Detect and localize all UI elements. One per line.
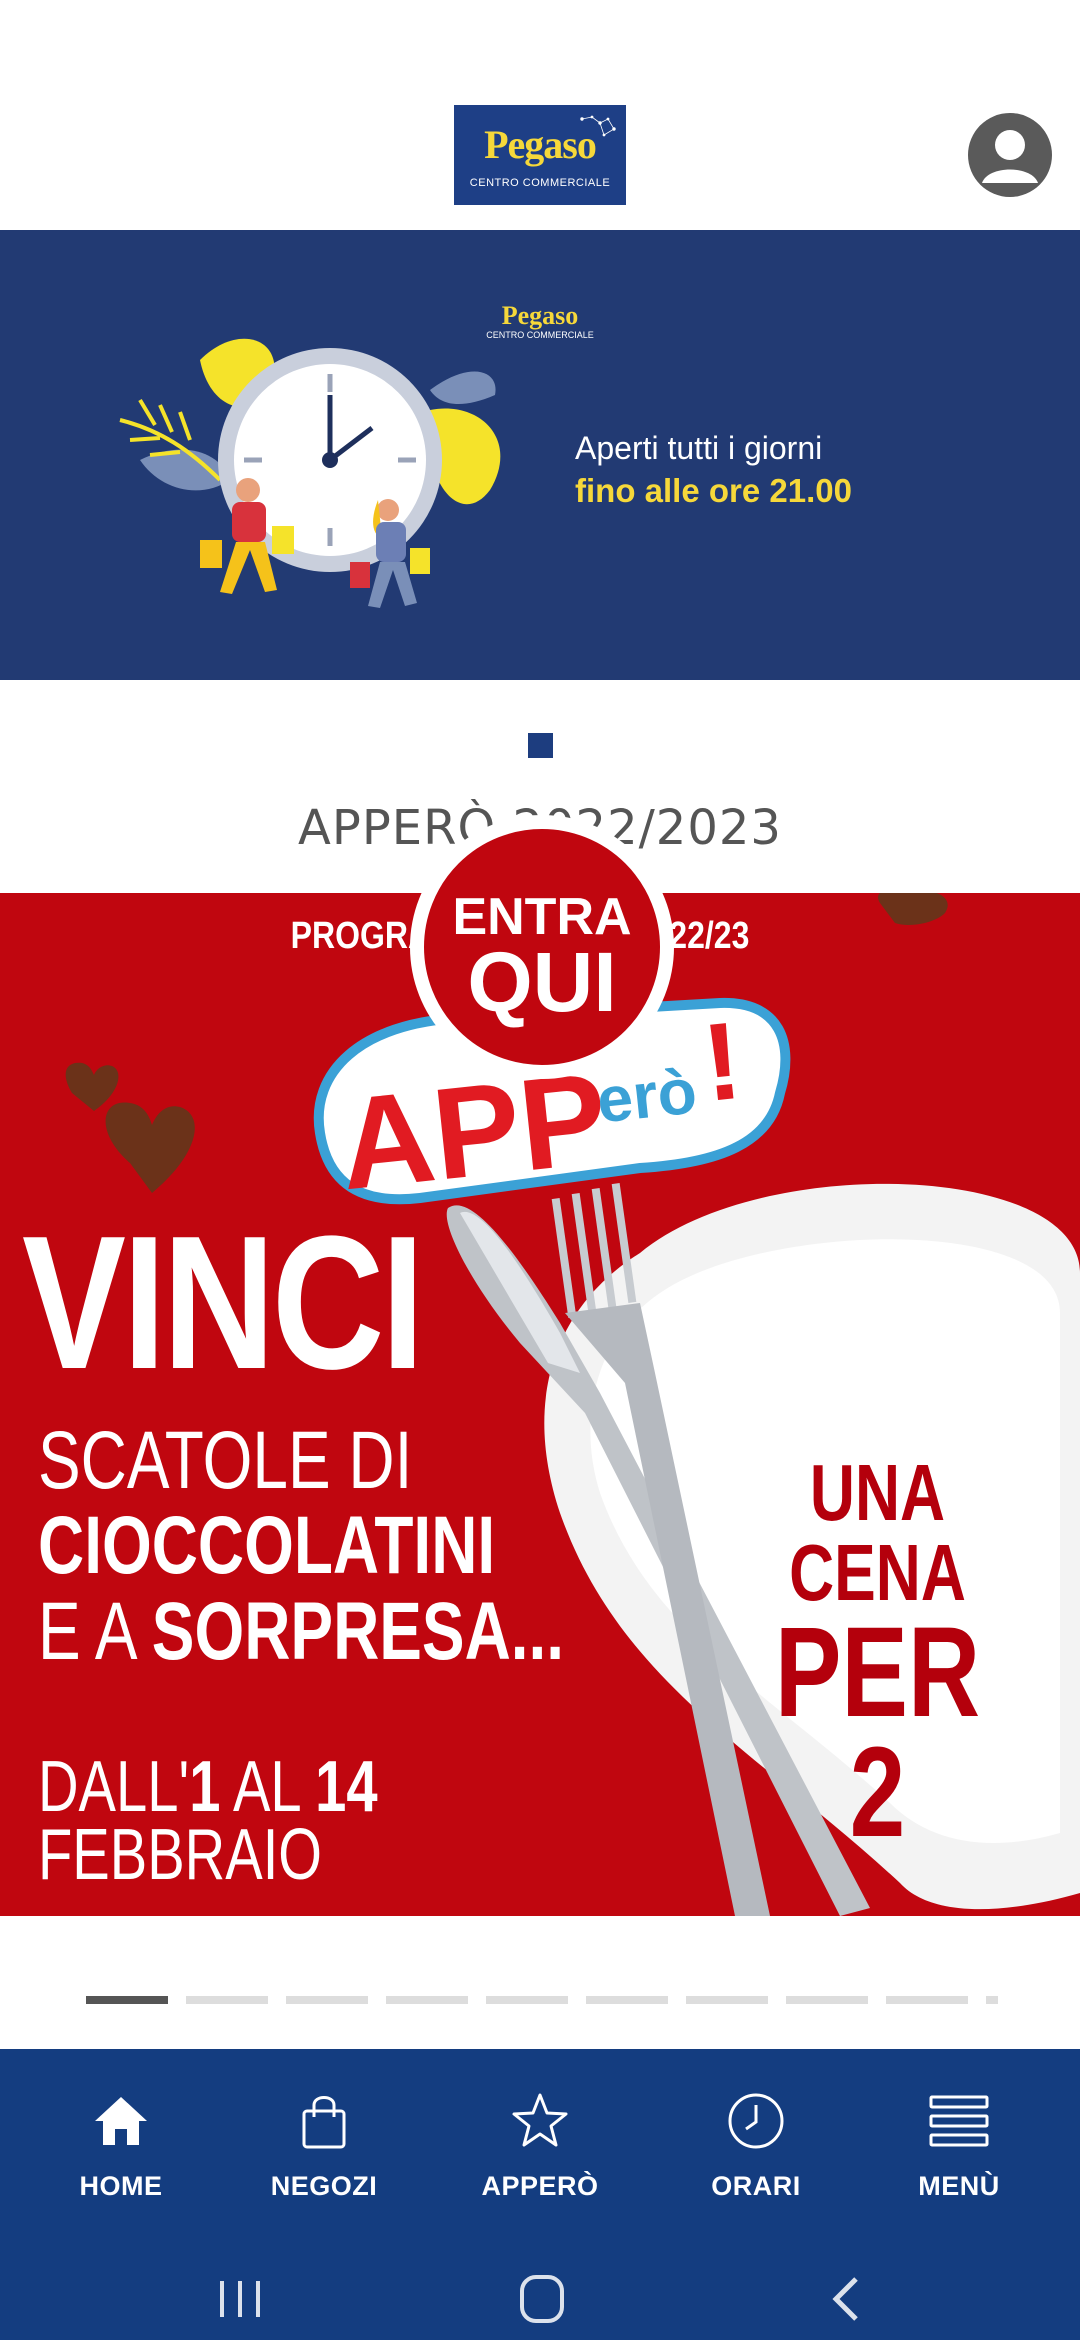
pager-segment[interactable] [486,1996,568,2004]
promo-line-3-prefix: E A [38,1586,152,1677]
banner-logo-brand: Pegaso [501,301,579,330]
carousel-indicator-active[interactable] [528,733,553,758]
promo-prize: UNA CENA PER 2 [748,1448,1007,1864]
nav-shops[interactable]: NEGOZI [234,2089,414,2202]
constellation-icon [580,115,616,137]
banner-logo-subtitle: CENTRO COMMERCIALE [486,330,594,340]
bottom-navigation: HOME NEGOZI APPERÒ ORARI MENÙ [0,2049,1080,2340]
pager-segment[interactable] [786,1996,868,2004]
promo-line-2: CIOCCOLATINI [38,1500,496,1591]
nav-menu[interactable]: MENÙ [869,2089,1049,2202]
back-icon[interactable] [804,2269,884,2329]
hours-text-time: fino alle ore 21.00 [575,472,852,509]
nav-hours[interactable]: ORARI [666,2089,846,2202]
clock-icon [728,2093,784,2149]
enter-button-line-2: QUI [467,935,617,1029]
prize-line-1: UNA CENA [789,1448,966,1617]
promo-line-1: SCATOLE DI [38,1415,413,1506]
nav-home[interactable]: HOME [31,2089,211,2202]
recents-icon[interactable] [200,2269,280,2329]
pager-segment[interactable] [386,1996,468,2004]
nav-home-label: HOME [79,2171,163,2201]
hours-text-days: Aperti tutti i giorni [575,430,823,466]
app-header: Pegaso CENTRO COMMERCIALE [0,0,1080,230]
opening-hours-banner[interactable]: Pegaso CENTRO COMMERCIALE Aperti tutti i… [0,230,1080,680]
promo-dates: DALL'1 AL 14 FEBBRAIO [38,1751,378,1891]
menu-icon [929,2095,989,2147]
home-circle-icon[interactable] [502,2269,582,2329]
home-icon [95,2097,147,2145]
pager-segment[interactable] [886,1996,968,2004]
pager-segment-active[interactable] [86,1996,168,2004]
pager-segment[interactable] [186,1996,268,2004]
promo-headline: VINCI [22,1197,424,1409]
promo-line-3: E A SORPRESA... [38,1591,564,1673]
shopping-bag-icon [302,2096,346,2149]
nav-appero-label: APPERÒ [481,2171,599,2201]
pager-segment[interactable] [986,1996,998,2004]
dates-day-end: 14 [315,1747,378,1827]
pegaso-logo[interactable]: Pegaso CENTRO COMMERCIALE [454,105,626,205]
svg-text:erò: erò [593,1054,700,1136]
account-circle-icon[interactable] [968,113,1052,197]
nav-appero[interactable]: APPERÒ [450,2089,630,2202]
dates-month: FEBBRAIO [38,1815,322,1895]
prize-line-2: PER 2 [774,1601,981,1864]
pager-segment[interactable] [286,1996,368,2004]
logo-subtitle: CENTRO COMMERCIALE [469,177,611,189]
pager-segment[interactable] [586,1996,668,2004]
nav-hours-label: ORARI [711,2171,801,2201]
star-icon [512,2093,568,2147]
enter-button[interactable]: ENTRA QUI [410,815,674,1079]
nav-shops-label: NEGOZI [270,2171,378,2201]
pager-segment[interactable] [686,1996,768,2004]
banner-pegaso-logo: Pegaso CENTRO COMMERCIALE [480,302,600,354]
nav-menu-label: MENÙ [918,2171,1000,2201]
promo-line-3-bold: SORPRESA... [151,1586,565,1677]
